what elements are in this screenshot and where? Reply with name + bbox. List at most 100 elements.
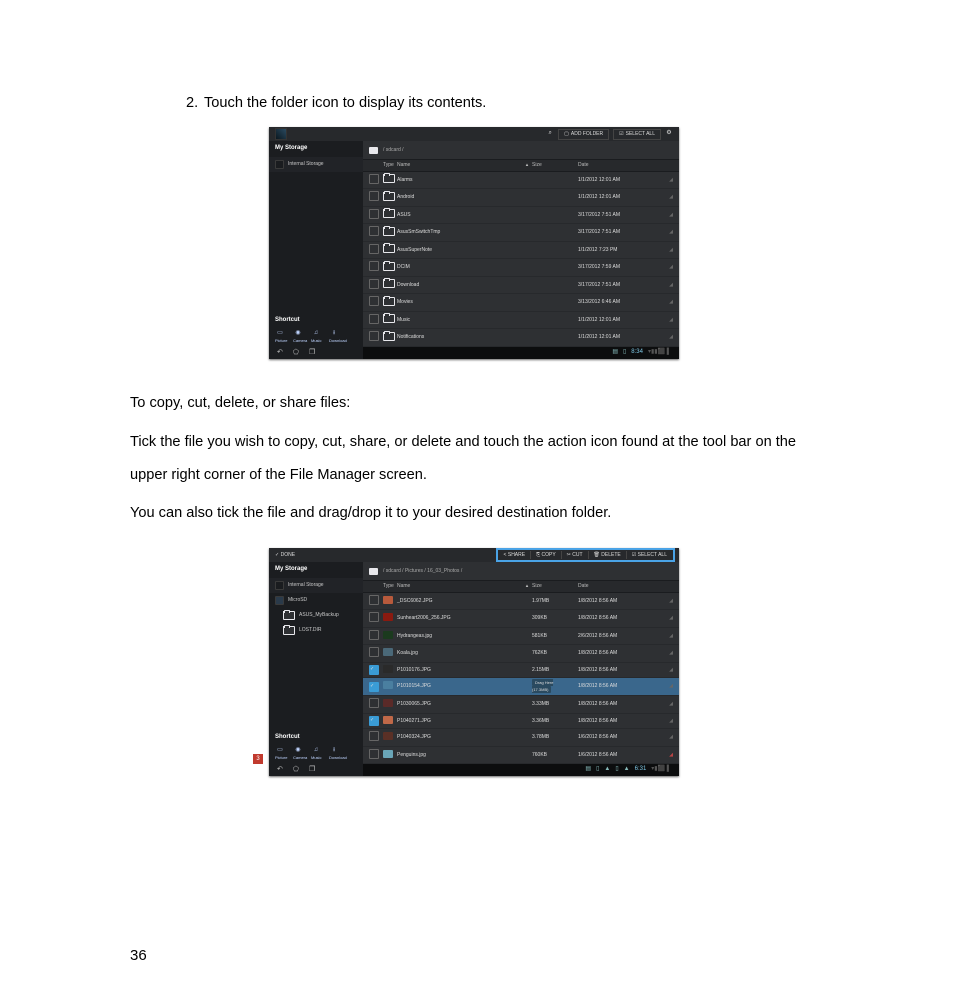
checkbox[interactable] [369,261,379,271]
top-bar: ⌕ ▢ADD FOLDER ☑SELECT ALL ⚙ [269,127,679,141]
checkbox[interactable]: ✓ [369,682,379,692]
table-row[interactable]: AsusSuperNote1/1/2012 7:23 PM◢ [363,242,679,260]
sidebar-item-mybackup[interactable]: ASUS_MyBackup [269,608,363,623]
select-all-button[interactable]: ☑SELECT ALL [613,129,661,140]
table-row[interactable]: Alarms1/1/2012 12:01 AM◢ [363,172,679,190]
share-button[interactable]: < SHARE [499,551,532,560]
table-row[interactable]: Android1/1/2012 12:01 AM◢ [363,189,679,207]
shortcut-camera[interactable]: ◉Camera [293,330,303,343]
done-button[interactable]: ✓ DONE [275,552,295,559]
table-row[interactable]: Music1/1/2012 12:01 AM◢ [363,312,679,330]
shortcut-picture[interactable]: ▭Picture [275,747,285,760]
add-folder-button[interactable]: ▢ADD FOLDER [558,129,609,140]
checkbox[interactable]: ✓ [369,665,379,675]
file-date: 1/1/2012 12:01 AM [578,194,663,201]
file-name: Sunheart2006_256.JPG [397,615,522,622]
table-row[interactable]: ASUS3/17/2012 7:51 AM◢ [363,207,679,225]
file-size: Drag Here (17.3MB) [532,680,578,693]
checkbox[interactable] [369,191,379,201]
file-date: 1/1/2012 12:01 AM [578,334,663,341]
thumbnail-icon [383,699,393,707]
select-all-button[interactable]: ☑ SELECT ALL [627,551,672,560]
file-date: 3/17/2012 7:59 AM [578,264,663,271]
shortcut-picture[interactable]: ▭Picture [275,330,285,343]
table-row[interactable]: P1030065.JPG3.33MB1/8/2012 8:56 AM◢ [363,696,679,714]
sidebar-title: My Storage [269,141,363,157]
checkbox[interactable] [369,749,379,759]
table-row[interactable]: ✓P1040271.JPG3.36MB1/8/2012 8:56 AM◢ [363,714,679,730]
home-icon[interactable]: ⬠ [293,765,299,774]
checkbox[interactable] [369,209,379,219]
checkbox[interactable] [369,314,379,324]
shortcut-download[interactable]: ⭳Download [329,747,339,760]
folder-icon [383,192,395,201]
file-date: 1/1/2012 12:01 AM [578,177,663,184]
copy-button[interactable]: ⎘ COPY [531,551,562,560]
cut-button[interactable]: ✂ CUT [562,551,589,560]
recent-icon[interactable]: ❐ [309,348,315,357]
sidebar-item-internal-storage[interactable]: Internal Storage [269,157,363,172]
table-row[interactable]: P1040324.JPG3.78MB1/6/2012 8:56 AM◢ [363,729,679,747]
file-size: 3.78MB [532,734,578,741]
paragraph: To copy, cut, delete, or share files: [130,387,818,420]
sidebar-item-lostdir[interactable]: LOST.DIR [269,623,363,638]
table-row[interactable]: Sunheart2006_256.JPG309KB1/8/2012 8:56 A… [363,610,679,628]
sidebar-item-internal-storage[interactable]: Internal Storage [269,578,363,593]
file-date: 3/17/2012 7:51 AM [578,229,663,236]
file-name: P1010154.JPG [397,683,522,690]
file-name: Android [397,194,522,201]
shortcut-download[interactable]: ⭳Download [329,330,339,343]
table-row[interactable]: ✓P1010154.JPGDrag Here (17.3MB)1/8/2012 … [363,678,679,696]
table-row[interactable]: Penguins.jpg760KB1/6/2012 8:56 AM◢ [363,747,679,765]
file-name: Penguins.jpg [397,752,522,759]
back-icon[interactable]: ↶ [277,765,283,774]
checkbox[interactable] [369,630,379,640]
checkbox[interactable] [369,647,379,657]
back-icon[interactable]: ↶ [277,348,283,357]
checkbox[interactable] [369,296,379,306]
checkbox[interactable] [369,698,379,708]
folder-icon [283,611,295,620]
table-row[interactable]: AsusSmSwitchTmp3/17/2012 7:51 AM◢ [363,224,679,242]
table-row[interactable]: ✓P1010176.JPG2.15MB1/8/2012 8:56 AM◢ [363,663,679,679]
table-row[interactable]: Download3/17/2012 7:51 AM◢ [363,277,679,295]
screenshot-2: ✓ DONE < SHARE ⎘ COPY ✂ CUT 🗑 DELETE ☑ S… [269,548,679,776]
table-row[interactable]: Koala.jpg762KB1/8/2012 8:56 AM◢ [363,645,679,663]
file-name: ASUS [397,212,522,219]
paragraph: Tick the file you wish to copy, cut, sha… [130,426,818,492]
checkbox[interactable]: ✓ [369,716,379,726]
file-size: 581KB [532,633,578,640]
checkbox[interactable] [369,226,379,236]
checkbox[interactable] [369,731,379,741]
folder-icon [383,297,395,306]
settings-icon[interactable]: ⚙ [665,130,673,138]
breadcrumb[interactable]: / sdcard / [363,141,679,159]
table-row[interactable]: Hydrangeas.jpg581KB2/6/2012 8:56 AM◢ [363,628,679,646]
checkbox[interactable] [369,331,379,341]
search-icon[interactable]: ⌕ [546,130,554,138]
thumbnail-icon [383,732,393,740]
android-nav: ↶ ⬠ ❐ [269,763,363,776]
shortcut-music[interactable]: ♫Music [311,747,321,760]
checkbox[interactable] [369,174,379,184]
table-row[interactable]: DCIM3/17/2012 7:59 AM◢ [363,259,679,277]
file-date: 1/8/2012 8:56 AM [578,650,663,657]
checkbox[interactable] [369,612,379,622]
delete-button[interactable]: 🗑 DELETE [589,551,627,560]
breadcrumb[interactable]: / sdcard / Pictures / 16_03_Photos / [363,562,679,580]
checkbox[interactable] [369,595,379,605]
shortcut-row: ▭Picture ◉Camera ♫Music ⭳Download [269,327,363,346]
table-row[interactable]: Notifications1/1/2012 12:01 AM◢ [363,329,679,347]
checkbox[interactable] [369,279,379,289]
home-icon[interactable]: ⬠ [293,348,299,357]
recent-icon[interactable]: ❐ [309,765,315,774]
checkbox[interactable] [369,244,379,254]
table-row[interactable]: Movies3/13/2012 6:46 AM◢ [363,294,679,312]
folder-icon [383,174,395,183]
thumbnail-icon [383,613,393,621]
table-row[interactable]: _DSC6062.JPG1.97MB1/8/2012 8:56 AM◢ [363,593,679,611]
file-name: P1010176.JPG [397,667,522,674]
sidebar-item-microsd[interactable]: MicroSD [269,593,363,608]
shortcut-music[interactable]: ♫Music [311,330,321,343]
shortcut-camera[interactable]: ◉Camera [293,747,303,760]
